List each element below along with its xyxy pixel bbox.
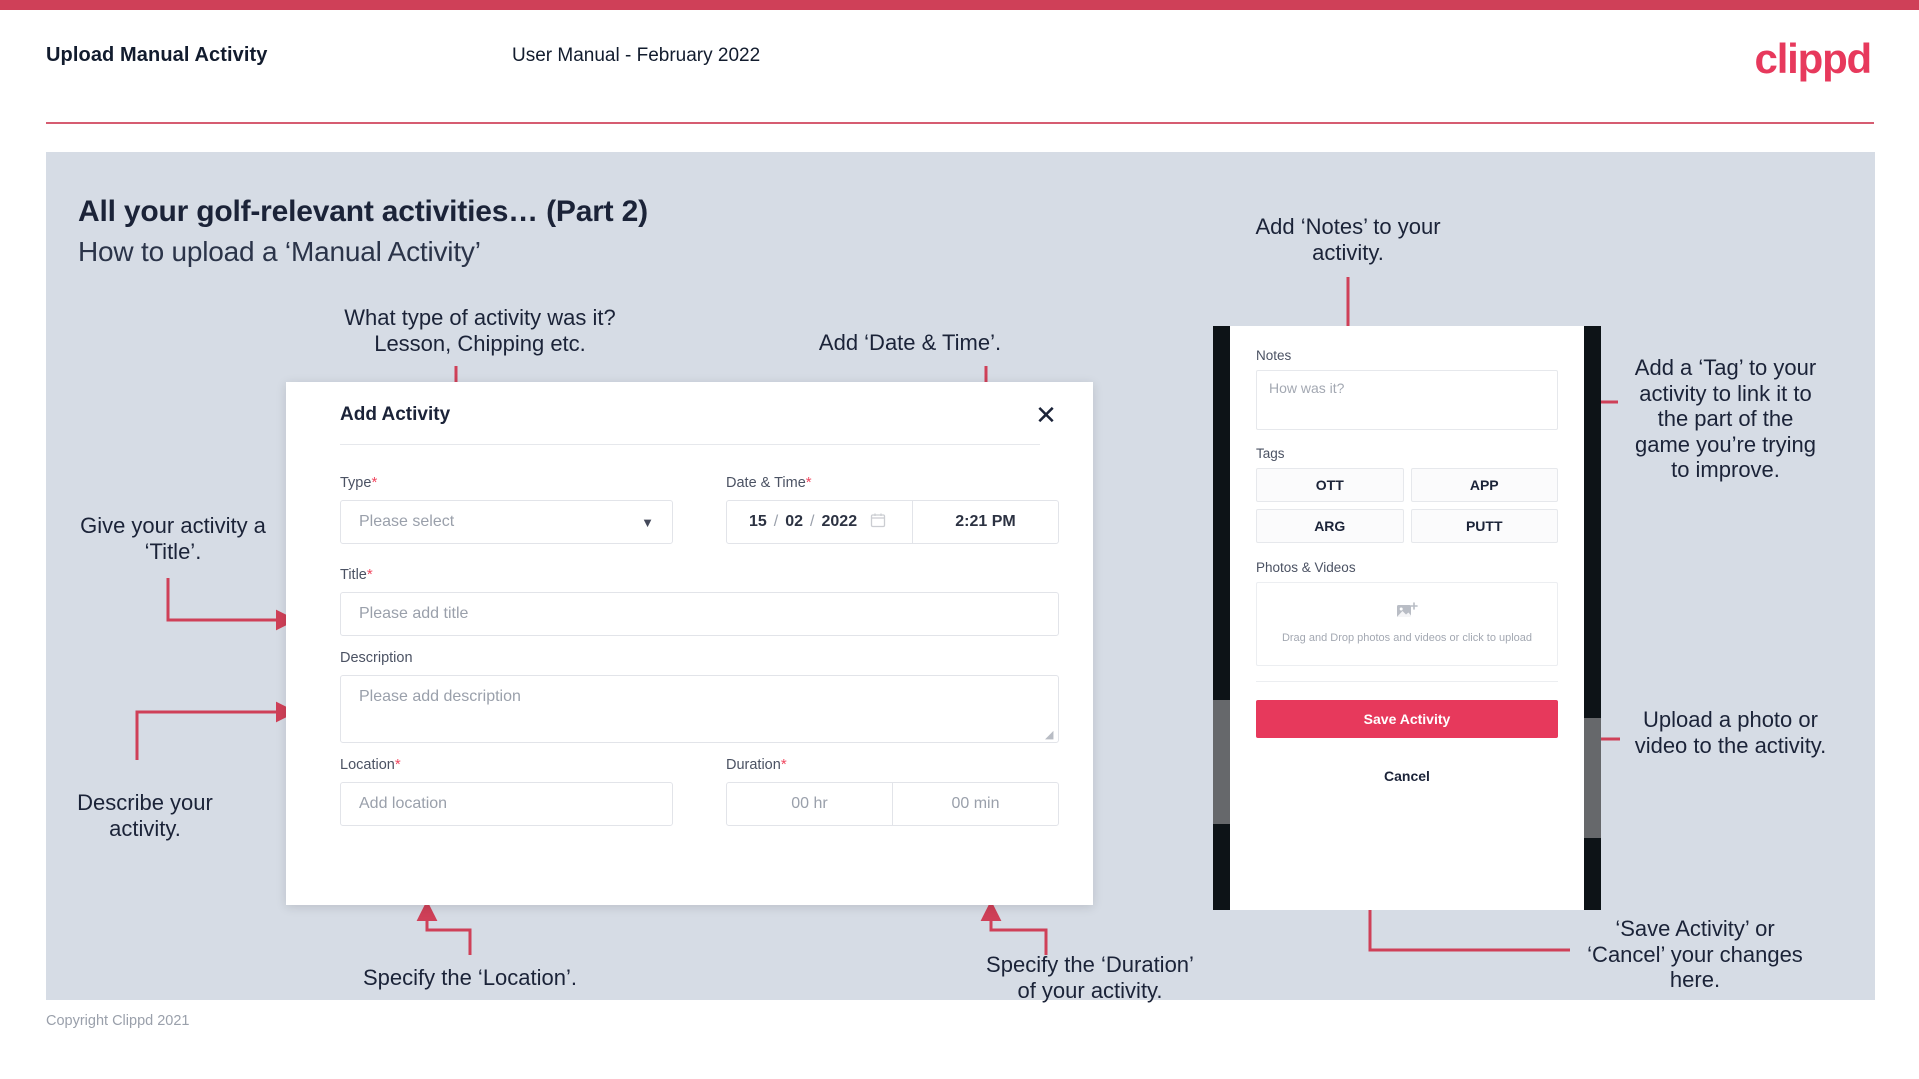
calendar-icon[interactable]	[870, 512, 886, 533]
resize-grip-icon[interactable]: ◢	[1045, 730, 1055, 741]
phone-button-right-lower	[1584, 838, 1601, 878]
save-activity-button[interactable]: Save Activity	[1256, 700, 1558, 738]
phone-mockup: Notes How was it? Tags OTT APP ARG PUTT …	[1213, 326, 1601, 910]
title-input[interactable]: Please add title	[340, 592, 1059, 636]
date-day: 15	[749, 513, 767, 530]
field-datetime: Date & Time* 15 / 02 / 2022 2:21 PM	[726, 474, 1059, 544]
phone-button-right	[1584, 718, 1601, 838]
phone-screen: Notes How was it? Tags OTT APP ARG PUTT …	[1230, 326, 1584, 910]
location-input-value: Add location	[359, 795, 448, 812]
phone-actions: Save Activity Cancel	[1230, 666, 1584, 784]
label-type: Type*	[340, 474, 378, 491]
type-select-value: Please select	[359, 513, 455, 530]
slide-subheading: How to upload a ‘Manual Activity’	[78, 236, 481, 267]
row-type-datetime: Type* Please select ▼ Date & Time* 15 / …	[340, 474, 1059, 544]
label-location: Location*	[340, 756, 401, 773]
tag-arg[interactable]: ARG	[1256, 509, 1404, 543]
type-select[interactable]: Please select ▼	[340, 500, 673, 544]
phone-photos-section: Photos & Videos Drag and Drop photos and…	[1230, 543, 1584, 666]
phone-notes-label: Notes	[1256, 348, 1292, 363]
row-description: Description Please add description ◢	[340, 650, 1059, 743]
field-location: Location* Add location	[340, 756, 673, 826]
field-description: Description Please add description ◢	[340, 650, 1059, 743]
phone-button-left	[1213, 700, 1230, 824]
annotation-tags: Add a ‘Tag’ to your activity to link it …	[1634, 355, 1817, 483]
dialog-divider	[340, 444, 1040, 445]
annotation-location: Specify the ‘Location’.	[362, 965, 578, 990]
annotation-description: Describe your activity.	[77, 790, 213, 841]
required-marker: *	[780, 756, 787, 773]
required-marker: *	[805, 474, 812, 491]
description-value: Please add description	[359, 688, 521, 705]
required-marker: *	[394, 756, 401, 773]
phone-notes-input[interactable]: How was it?	[1256, 370, 1558, 430]
row-title: Title* Please add title	[340, 566, 1059, 636]
dialog-title: Add Activity	[340, 404, 451, 425]
phone-tags-label: Tags	[1256, 446, 1285, 461]
label-description: Description	[340, 650, 413, 666]
location-input[interactable]: Add location	[340, 782, 673, 826]
phone-notes-value: How was it?	[1269, 380, 1345, 396]
phone-divider	[1256, 681, 1558, 682]
annotation-notes: Add ‘Notes’ to your activity.	[1255, 214, 1441, 265]
date-month: 02	[785, 513, 804, 530]
date-year: 2022	[821, 513, 858, 530]
annotation-save: ‘Save Activity’ or ‘Cancel’ your changes…	[1587, 916, 1803, 993]
field-duration: Duration* 00 hr 00 min	[726, 756, 1059, 826]
phone-button-left-lower	[1213, 824, 1230, 866]
date-input[interactable]: 15 / 02 / 2022	[727, 501, 913, 543]
duration-minutes-value: 00 min	[951, 795, 1000, 812]
field-title: Title* Please add title	[340, 566, 1059, 636]
annotation-type: What type of activity was it? Lesson, Ch…	[344, 305, 616, 356]
datetime-group: 15 / 02 / 2022 2:21 PM	[726, 500, 1059, 544]
tag-grid: OTT APP ARG PUTT	[1256, 468, 1558, 543]
annotation-datetime: Add ‘Date & Time’.	[818, 330, 1002, 355]
dialog-header: Add Activity ✕	[286, 382, 1093, 444]
field-type: Type* Please select ▼	[340, 474, 673, 544]
annotation-title: Give your activity a ‘Title’.	[80, 513, 266, 564]
chevron-down-icon: ▼	[641, 514, 654, 530]
slide-heading: All your golf-relevant activities… (Part…	[78, 195, 648, 228]
annotation-upload: Upload a photo or video to the activity.	[1634, 707, 1827, 758]
tag-putt[interactable]: PUTT	[1410, 509, 1558, 543]
page-title: Upload Manual Activity	[46, 44, 268, 66]
row-location-duration: Location* Add location Duration* 00 hr 0…	[340, 756, 1059, 826]
clippd-logo: clippd	[1754, 35, 1873, 82]
document-subtitle: User Manual - February 2022	[512, 45, 761, 66]
dropzone-text: Drag and Drop photos and videos or click…	[1281, 632, 1533, 645]
slide-page: Upload Manual Activity User Manual - Feb…	[0, 0, 1919, 1079]
date-sep-2: /	[810, 513, 815, 530]
date-sep-1: /	[773, 513, 779, 530]
photo-dropzone[interactable]: Drag and Drop photos and videos or click…	[1256, 582, 1558, 666]
cancel-button[interactable]: Cancel	[1256, 768, 1558, 784]
required-marker: *	[366, 566, 373, 583]
description-textarea[interactable]: Please add description ◢	[340, 675, 1059, 743]
duration-hours-input[interactable]: 00 hr	[727, 783, 893, 825]
annotation-duration: Specify the ‘Duration’ of your activity.	[986, 952, 1194, 1003]
label-duration: Duration*	[726, 756, 787, 773]
phone-photos-label: Photos & Videos	[1256, 560, 1356, 575]
label-datetime: Date & Time*	[726, 474, 812, 491]
title-input-value: Please add title	[359, 605, 469, 622]
tag-ott[interactable]: OTT	[1256, 468, 1404, 502]
add-activity-dialog: Add Activity ✕ Type* Please select ▼ Dat…	[286, 382, 1093, 905]
header-divider	[46, 122, 1874, 124]
duration-group: 00 hr 00 min	[726, 782, 1059, 826]
phone-notes-section: Notes How was it?	[1230, 326, 1584, 430]
top-accent-bar	[0, 0, 1919, 10]
label-title: Title*	[340, 566, 373, 583]
tag-app[interactable]: APP	[1410, 468, 1558, 502]
duration-hours-value: 00 hr	[791, 795, 828, 812]
close-icon[interactable]: ✕	[1029, 398, 1063, 432]
phone-tags-section: Tags OTT APP ARG PUTT	[1230, 430, 1584, 543]
add-image-icon	[1396, 601, 1418, 626]
time-input[interactable]: 2:21 PM	[913, 501, 1058, 543]
time-value: 2:21 PM	[955, 513, 1016, 530]
duration-minutes-input[interactable]: 00 min	[893, 783, 1058, 825]
footer-copyright: Copyright Clippd 2021	[46, 1013, 190, 1029]
required-marker: *	[371, 474, 378, 491]
